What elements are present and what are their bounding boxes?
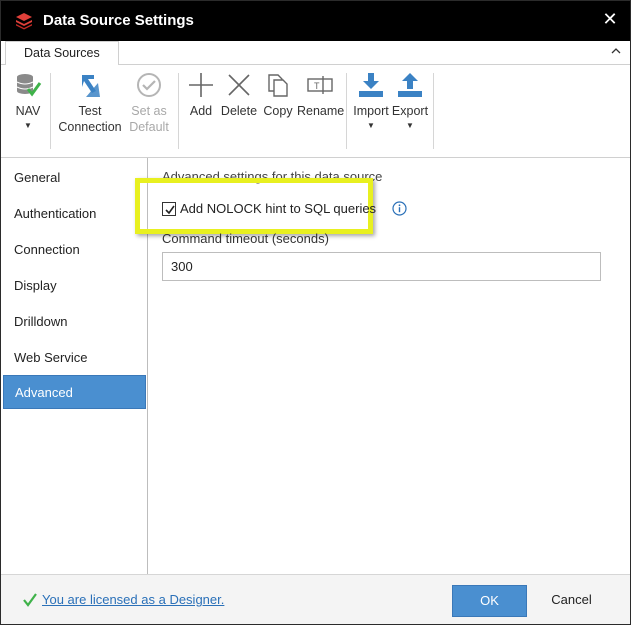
command-timeout-input[interactable] — [162, 252, 601, 281]
cancel-button[interactable]: Cancel — [534, 585, 609, 617]
collapse-ribbon-icon[interactable] — [610, 45, 622, 57]
add-label: Add — [189, 104, 213, 118]
delete-label: Delete — [220, 104, 258, 118]
settings-sidebar: General Authentication Connection Displa… — [1, 158, 148, 574]
ribbon-separator — [178, 73, 179, 149]
rename-label: Rename — [297, 104, 345, 118]
nav-button[interactable]: NAV ▼ — [9, 71, 47, 131]
title-bar: Data Source Settings ✕ — [1, 1, 630, 41]
rename-icon: T — [307, 76, 333, 94]
export-button[interactable]: Export ▼ — [391, 71, 429, 131]
info-icon[interactable] — [392, 201, 407, 216]
import-label: Import — [353, 104, 389, 118]
add-button[interactable]: Add — [185, 71, 217, 119]
test-connection-icon — [82, 75, 100, 97]
export-icon — [398, 73, 422, 97]
ok-button[interactable]: OK — [452, 585, 527, 617]
test-connection-button[interactable]: Test Connection — [57, 71, 123, 135]
sidebar-item-drilldown[interactable]: Drilldown — [3, 305, 146, 339]
ribbon-toolbar: NAV ▼ Test Connection Set as Default Add… — [1, 65, 630, 158]
plus-icon — [189, 73, 213, 97]
nolock-label: Add NOLOCK hint to SQL queries — [180, 201, 377, 216]
delete-x-icon — [228, 74, 250, 96]
license-check-icon — [23, 593, 37, 607]
copy-label: Copy — [263, 104, 293, 118]
ribbon-separator — [433, 73, 434, 149]
sidebar-item-advanced[interactable]: Advanced — [3, 375, 146, 409]
delete-button[interactable]: Delete — [220, 71, 258, 119]
advanced-settings-panel: Advanced settings for this data source A… — [135, 158, 630, 574]
dialog-footer: You are licensed as a Designer. OK Cance… — [1, 574, 630, 624]
ribbon-separator — [346, 73, 347, 149]
database-check-icon — [16, 74, 42, 97]
copy-icon — [268, 74, 288, 97]
app-logo-icon — [16, 13, 32, 30]
import-caret: ▼ — [367, 121, 375, 130]
sidebar-item-authentication[interactable]: Authentication — [3, 197, 146, 231]
license-link[interactable]: You are licensed as a Designer. — [42, 592, 224, 607]
command-timeout-label: Command timeout (seconds) — [162, 231, 329, 246]
import-icon — [359, 73, 383, 97]
export-caret: ▼ — [406, 121, 414, 130]
tab-data-sources[interactable]: Data Sources — [5, 41, 119, 66]
window-title: Data Source Settings — [43, 12, 194, 29]
copy-button[interactable]: Copy — [261, 71, 295, 119]
test-label-1: Test — [78, 104, 102, 118]
nolock-checkbox[interactable] — [162, 202, 176, 216]
svg-text:T: T — [314, 81, 320, 91]
ribbon-separator — [50, 73, 51, 149]
ribbon-tabstrip: Data Sources — [1, 41, 630, 66]
sidebar-item-web-service[interactable]: Web Service — [3, 341, 146, 375]
sidebar-item-connection[interactable]: Connection — [3, 233, 146, 267]
rename-button[interactable]: T Rename — [297, 71, 345, 119]
test-label-2: Connection — [58, 120, 122, 134]
checkmark-icon — [165, 205, 175, 215]
import-button[interactable]: Import ▼ — [351, 71, 391, 131]
default-label-1: Set as — [131, 104, 167, 118]
data-source-settings-window: Data Source Settings ✕ Data Sources NAV … — [0, 0, 631, 625]
check-circle-icon — [137, 73, 161, 97]
close-icon[interactable]: ✕ — [598, 7, 622, 31]
sidebar-item-display[interactable]: Display — [3, 269, 146, 303]
default-label-2: Default — [129, 120, 169, 134]
set-as-default-button[interactable]: Set as Default — [127, 71, 171, 135]
nav-label: NAV — [15, 104, 41, 118]
sidebar-item-general[interactable]: General — [3, 161, 146, 195]
nav-caret: ▼ — [24, 121, 32, 130]
export-label: Export — [391, 104, 429, 118]
